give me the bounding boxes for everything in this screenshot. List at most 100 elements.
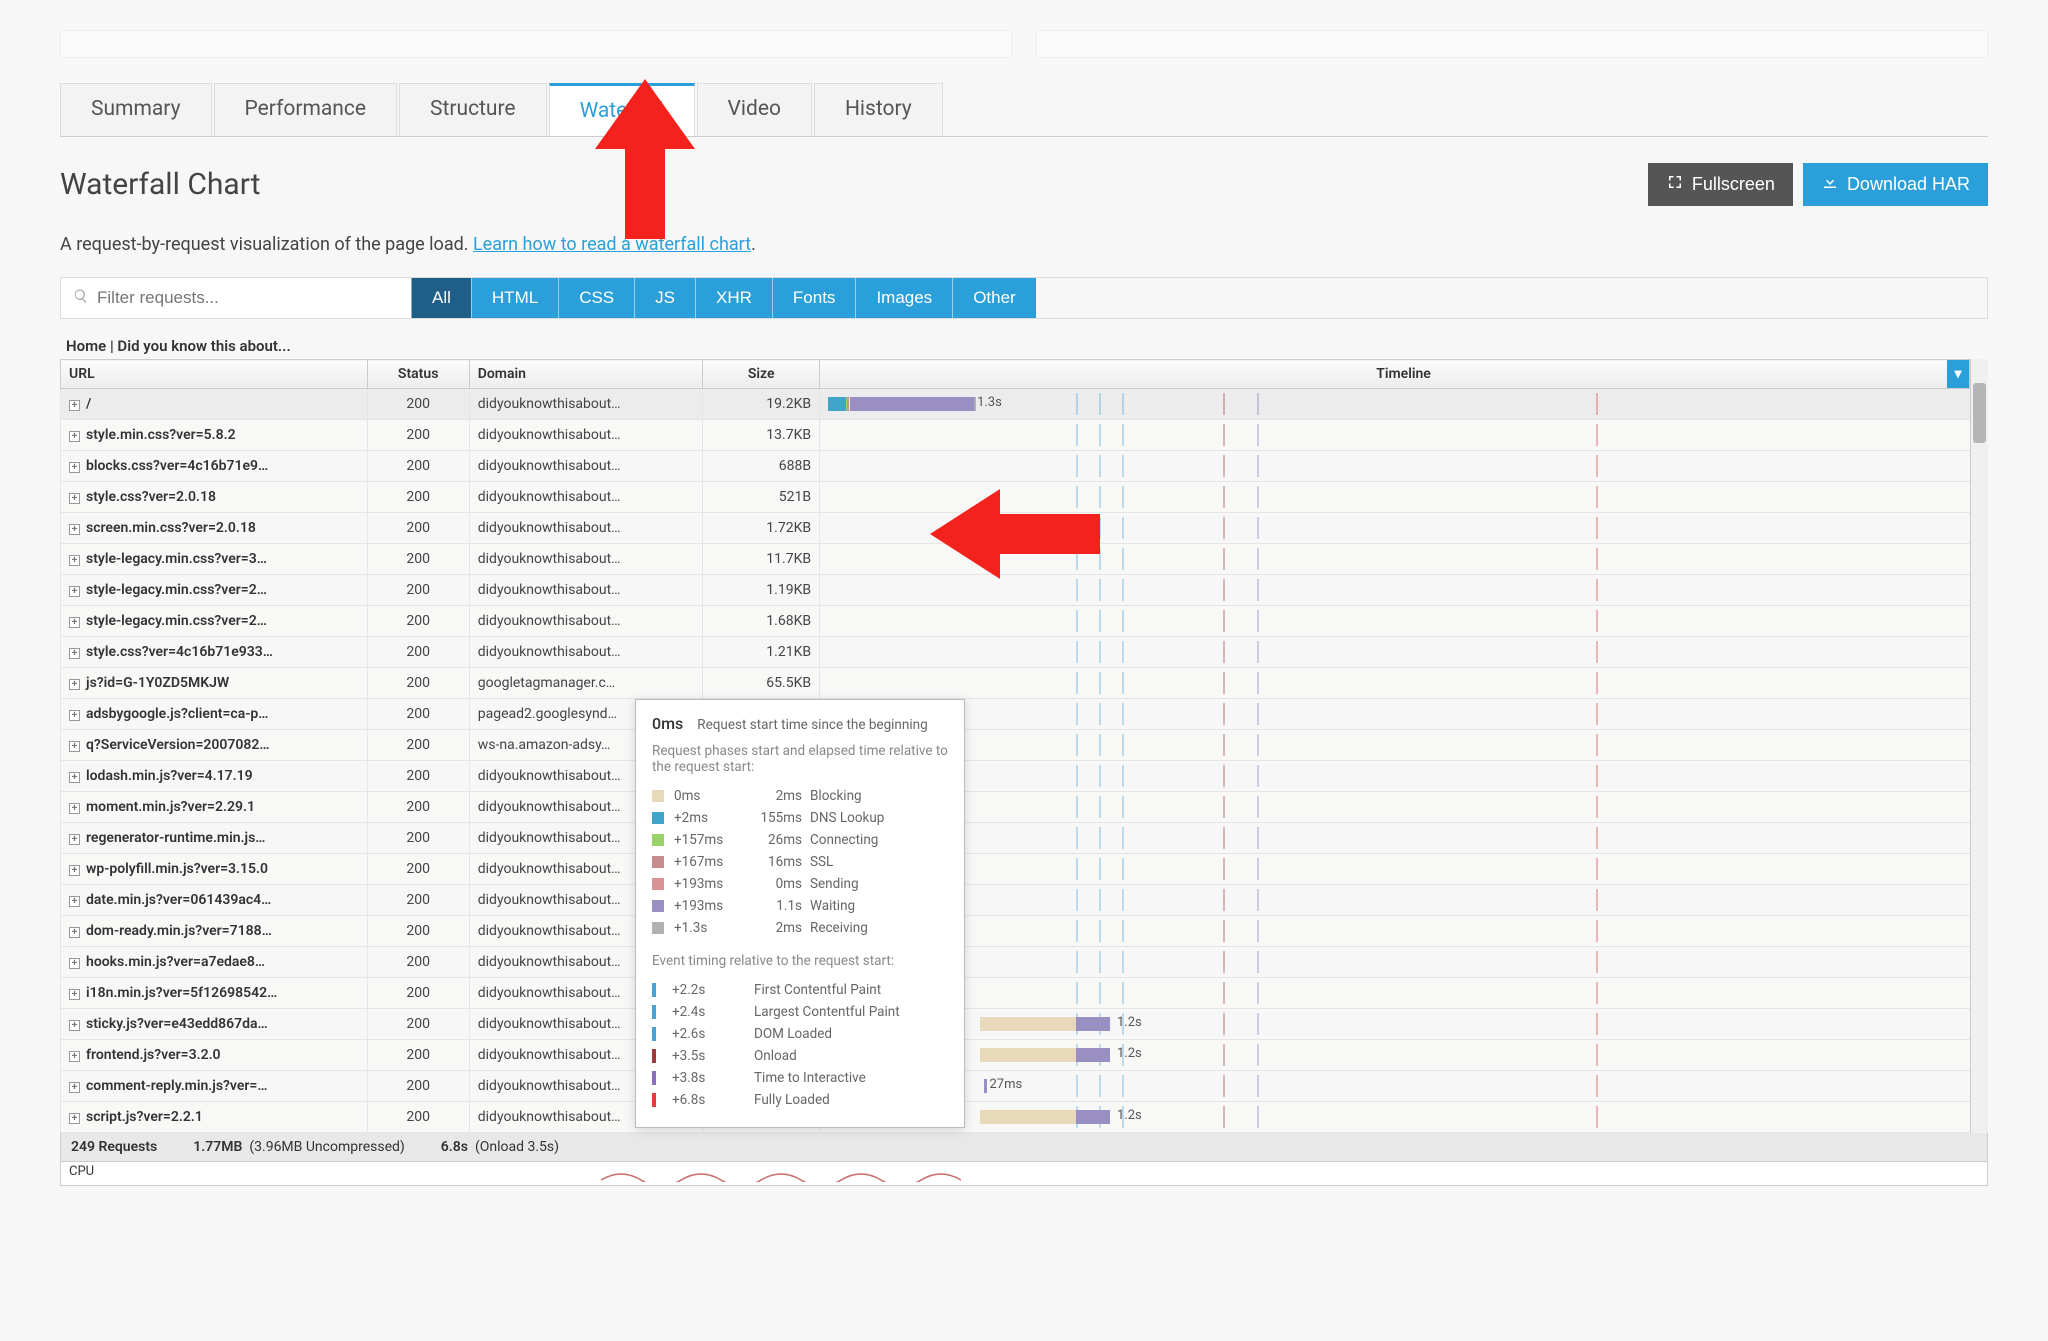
expand-icon[interactable]: + [69, 555, 80, 566]
tab-video[interactable]: Video [697, 83, 812, 136]
timeline-options-dropdown[interactable]: ▾ [1947, 360, 1969, 388]
tooltip-phase-row: +193ms0msSending [652, 873, 948, 895]
metrics-panel-left [60, 30, 1012, 58]
table-row[interactable]: +style-legacy.min.css?ver=2…200didyoukno… [61, 606, 1988, 637]
tooltip-phase-row: +167ms16msSSL [652, 851, 948, 873]
col-timeline[interactable]: Timeline ▾ ▾ [820, 360, 1988, 389]
waterfall-table: URL Status Domain Size Timeline ▾ ▾ +/20… [60, 359, 1988, 1133]
table-row[interactable]: +adsbygoogle.js?client=ca-p…200pagead2.g… [61, 699, 1988, 730]
cpu-strip: CPU [60, 1162, 1988, 1186]
expand-icon[interactable]: + [69, 865, 80, 876]
table-row[interactable]: +/200didyouknowthisabout…19.2KB1.3s [61, 389, 1988, 420]
expand-icon[interactable]: + [69, 431, 80, 442]
col-domain[interactable]: Domain [469, 360, 703, 389]
filter-fonts[interactable]: Fonts [772, 278, 856, 318]
download-icon [1821, 173, 1839, 196]
expand-icon[interactable]: + [69, 524, 80, 535]
table-row[interactable]: +style.css?ver=4c16b71e933…200didyouknow… [61, 637, 1988, 668]
subtitle-text: A request-by-request visualization of th… [60, 234, 473, 255]
expand-icon[interactable]: + [69, 927, 80, 938]
vertical-scrollbar[interactable] [1970, 359, 1988, 1133]
tab-structure[interactable]: Structure [399, 83, 547, 136]
expand-icon[interactable]: + [69, 1082, 80, 1093]
tooltip-event-row: +3.5sOnload [652, 1045, 948, 1067]
filter-bar: AllHTMLCSSJSXHRFontsImagesOther [60, 277, 1988, 319]
expand-icon[interactable]: + [69, 617, 80, 628]
expand-icon[interactable]: + [69, 741, 80, 752]
expand-icon[interactable]: + [69, 710, 80, 721]
filter-all[interactable]: All [411, 278, 471, 318]
tooltip-start-time: 0ms [652, 714, 683, 733]
table-row[interactable]: +regenerator-runtime.min.js…200didyoukno… [61, 823, 1988, 854]
request-timing-tooltip: 0ms Request start time since the beginni… [635, 699, 965, 1128]
col-url[interactable]: URL [61, 360, 368, 389]
expand-icon[interactable]: + [69, 1020, 80, 1031]
table-row[interactable]: +sticky.js?ver=e43edd867da…200didyouknow… [61, 1009, 1988, 1040]
filter-input[interactable] [97, 288, 399, 308]
expand-icon[interactable]: + [69, 493, 80, 504]
expand-icon[interactable]: + [69, 400, 80, 411]
filter-other[interactable]: Other [952, 278, 1036, 318]
table-row[interactable]: +frontend.js?ver=3.2.0200didyouknowthisa… [61, 1040, 1988, 1071]
expand-icon[interactable]: + [69, 834, 80, 845]
filter-js[interactable]: JS [634, 278, 695, 318]
annotation-arrow-tab [585, 79, 705, 239]
expand-icon[interactable]: + [69, 1113, 80, 1124]
filter-xhr[interactable]: XHR [695, 278, 772, 318]
expand-icon[interactable]: + [69, 803, 80, 814]
table-row[interactable]: +dom-ready.min.js?ver=7188…200didyouknow… [61, 916, 1988, 947]
table-row[interactable]: +moment.min.js?ver=2.29.1200didyouknowth… [61, 792, 1988, 823]
table-row[interactable]: +lodash.min.js?ver=4.17.19200didyouknowt… [61, 761, 1988, 792]
table-row[interactable]: +comment-reply.min.js?ver=…200didyouknow… [61, 1071, 1988, 1102]
footer-time: 6.8s (Onload 3.5s) [441, 1139, 559, 1155]
table-row[interactable]: +style.min.css?ver=5.8.2200didyouknowthi… [61, 420, 1988, 451]
filter-input-wrap[interactable] [61, 278, 411, 318]
tooltip-phase-row: +157ms26msConnecting [652, 829, 948, 851]
cpu-label: CPU [69, 1164, 94, 1179]
tooltip-phase-row: 0ms2msBlocking [652, 785, 948, 807]
expand-icon[interactable]: + [69, 679, 80, 690]
fullscreen-button[interactable]: Fullscreen [1648, 163, 1793, 206]
tab-performance[interactable]: Performance [214, 83, 397, 136]
fullscreen-label: Fullscreen [1692, 174, 1775, 195]
expand-icon[interactable]: + [69, 1051, 80, 1062]
search-icon [73, 288, 89, 308]
expand-icon[interactable]: + [69, 648, 80, 659]
expand-icon[interactable]: + [69, 462, 80, 473]
expand-icon[interactable]: + [69, 896, 80, 907]
tooltip-event-row: +2.4sLargest Contentful Paint [652, 1001, 948, 1023]
tooltip-phase-row: +1.3s2msReceiving [652, 917, 948, 939]
expand-icon[interactable]: + [69, 958, 80, 969]
tooltip-event-row: +3.8sTime to Interactive [652, 1067, 948, 1089]
table-row[interactable]: +i18n.min.js?ver=5f12698542…200didyoukno… [61, 978, 1988, 1009]
table-row[interactable]: +js?id=G-1Y0ZD5MKJW200googletagmanager.c… [61, 668, 1988, 699]
table-row[interactable]: +wp-polyfill.min.js?ver=3.15.0200didyouk… [61, 854, 1988, 885]
col-status[interactable]: Status [367, 360, 469, 389]
expand-icon[interactable]: + [69, 989, 80, 1000]
table-row[interactable]: +script.js?ver=2.2.1200didyouknowthisabo… [61, 1102, 1988, 1133]
metrics-panel-right [1036, 30, 1988, 58]
tooltip-event-row: +2.6sDOM Loaded [652, 1023, 948, 1045]
tab-summary[interactable]: Summary [60, 83, 212, 136]
table-row[interactable]: +q?ServiceVersion=2007082…200ws-na.amazo… [61, 730, 1988, 761]
col-timeline-label: Timeline [1376, 366, 1431, 382]
col-size[interactable]: Size [703, 360, 820, 389]
table-row[interactable]: +date.min.js?ver=061439ac4…200didyouknow… [61, 885, 1988, 916]
download-har-button[interactable]: Download HAR [1803, 163, 1988, 206]
filter-css[interactable]: CSS [558, 278, 634, 318]
expand-icon [1666, 173, 1684, 196]
tooltip-phase-row: +193ms1.1sWaiting [652, 895, 948, 917]
tooltip-event-row: +6.8sFully Loaded [652, 1089, 948, 1111]
page-title: Waterfall Chart [60, 167, 260, 202]
table-row[interactable]: +hooks.min.js?ver=a7edae8…200didyouknowt… [61, 947, 1988, 978]
table-row[interactable]: +blocks.css?ver=4c16b71e9…200didyouknowt… [61, 451, 1988, 482]
filter-html[interactable]: HTML [471, 278, 558, 318]
tab-history[interactable]: History [814, 83, 943, 136]
footer-requests: 249 Requests [71, 1139, 157, 1155]
tooltip-event-row: +2.2sFirst Contentful Paint [652, 979, 948, 1001]
expand-icon[interactable]: + [69, 772, 80, 783]
filter-images[interactable]: Images [855, 278, 952, 318]
subtitle-post: . [751, 234, 756, 255]
cpu-usage-sparkline [601, 1166, 961, 1182]
expand-icon[interactable]: + [69, 586, 80, 597]
